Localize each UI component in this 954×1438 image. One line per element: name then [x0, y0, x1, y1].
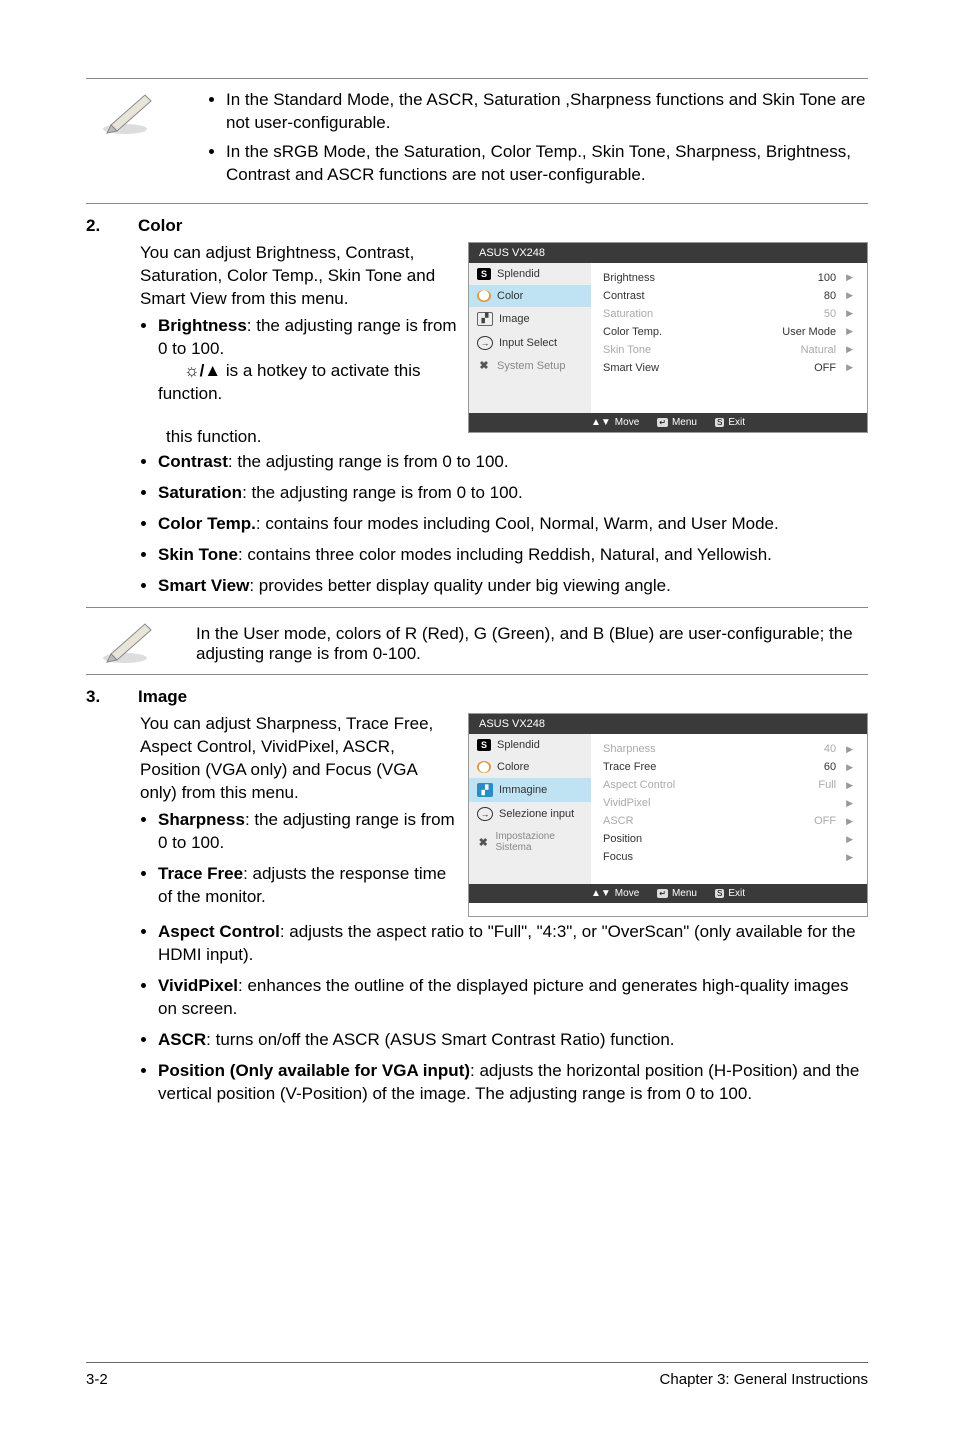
- section3-intro: You can adjust Sharpness, Trace Free, As…: [140, 713, 458, 805]
- splendid-icon: S: [477, 268, 491, 280]
- bullet-saturation: Saturation: the adjusting range is from …: [158, 482, 868, 505]
- bullet-skintone: Skin Tone: contains three color modes in…: [158, 544, 868, 567]
- bullet-sharpness: Sharpness: the adjusting range is from 0…: [158, 809, 458, 855]
- note1-bullet1: In the Standard Mode, the ASCR, Saturati…: [226, 89, 868, 135]
- bullet-brightness: Brightness: the adjusting range is from …: [158, 315, 458, 407]
- note1-bullet2: In the sRGB Mode, the Saturation, Color …: [226, 141, 868, 187]
- sun-up-icon: ☼/▲: [184, 361, 221, 380]
- bullet-vividpixel: VividPixel: enhances the outline of the …: [158, 975, 868, 1021]
- osd-image: ASUS VX248 SSplendid ⬤Colore ▞Immagine →…: [468, 713, 868, 917]
- osd-color: ASUS VX248 SSplendid ⬤Color ▞Image →Inpu…: [468, 242, 868, 433]
- osd2-title: ASUS VX248: [469, 714, 867, 734]
- input-icon: →: [477, 336, 493, 350]
- bullet-position: Position (Only available for VGA input):…: [158, 1060, 868, 1106]
- image-icon: ▞: [477, 312, 493, 326]
- page-footer: 3-2 Chapter 3: General Instructions: [86, 1362, 868, 1388]
- bullet-tracefree: Trace Free: adjusts the response time of…: [158, 863, 458, 909]
- section3-title: Image: [138, 687, 187, 707]
- section2-intro: You can adjust Brightness, Contrast, Sat…: [140, 242, 458, 311]
- setup-icon: ✖: [477, 836, 489, 848]
- section2-title: Color: [138, 216, 182, 236]
- image-icon: ▞: [477, 783, 493, 797]
- splendid-icon: S: [477, 739, 491, 751]
- bullet-colortemp: Color Temp.: contains four modes includi…: [158, 513, 868, 536]
- note-block-2: In the User mode, colors of R (Red), G (…: [86, 607, 868, 675]
- chapter-label: Chapter 3: General Instructions: [660, 1371, 868, 1388]
- setup-icon: ✖: [477, 360, 491, 372]
- section2-num: 2.: [86, 216, 134, 236]
- section3-num: 3.: [86, 687, 134, 707]
- note-block-1: In the Standard Mode, the ASCR, Saturati…: [86, 78, 868, 204]
- brightness-label: Brightness: [158, 316, 247, 335]
- pen-icon: [86, 89, 176, 193]
- bullet-smartview: Smart View: provides better display qual…: [158, 575, 868, 598]
- note-content: In the Standard Mode, the ASCR, Saturati…: [196, 89, 868, 193]
- color-icon: ⬤: [477, 761, 491, 773]
- color-icon: ⬤: [477, 290, 491, 302]
- page-number: 3-2: [86, 1371, 108, 1388]
- bullet-contrast: Contrast: the adjusting range is from 0 …: [158, 451, 868, 474]
- bullet-ascr: ASCR: turns on/off the ASCR (ASUS Smart …: [158, 1029, 868, 1052]
- osd1-title: ASUS VX248: [469, 243, 867, 263]
- input-icon: →: [477, 807, 493, 821]
- bullet-aspect: Aspect Control: adjusts the aspect ratio…: [158, 921, 868, 967]
- note2-text: In the User mode, colors of R (Red), G (…: [196, 618, 868, 664]
- pen-icon: [86, 618, 176, 664]
